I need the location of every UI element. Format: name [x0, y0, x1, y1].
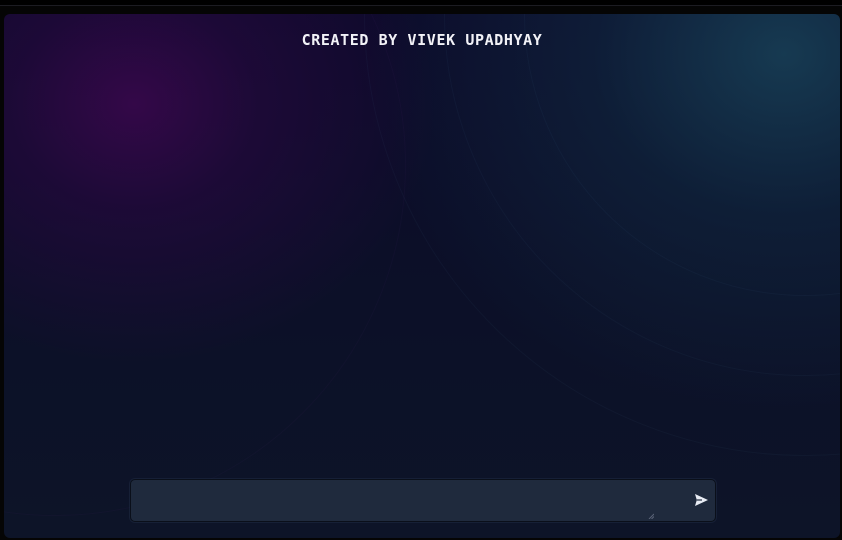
- background-ripple: [444, 14, 840, 376]
- background-ripple: [4, 14, 406, 516]
- background-ripple: [524, 14, 840, 296]
- page-title: CREATED BY VIVEK UPADHYAY: [301, 31, 543, 49]
- background-ripple: [364, 14, 840, 456]
- send-icon: [694, 493, 709, 507]
- top-browser-strip: [0, 0, 842, 6]
- message-input[interactable]: [139, 486, 655, 515]
- send-button[interactable]: [689, 488, 713, 512]
- message-composer: [130, 479, 716, 522]
- resize-grip-icon[interactable]: [648, 504, 655, 520]
- chat-app-window: CREATED BY VIVEK UPADHYAY: [4, 14, 840, 538]
